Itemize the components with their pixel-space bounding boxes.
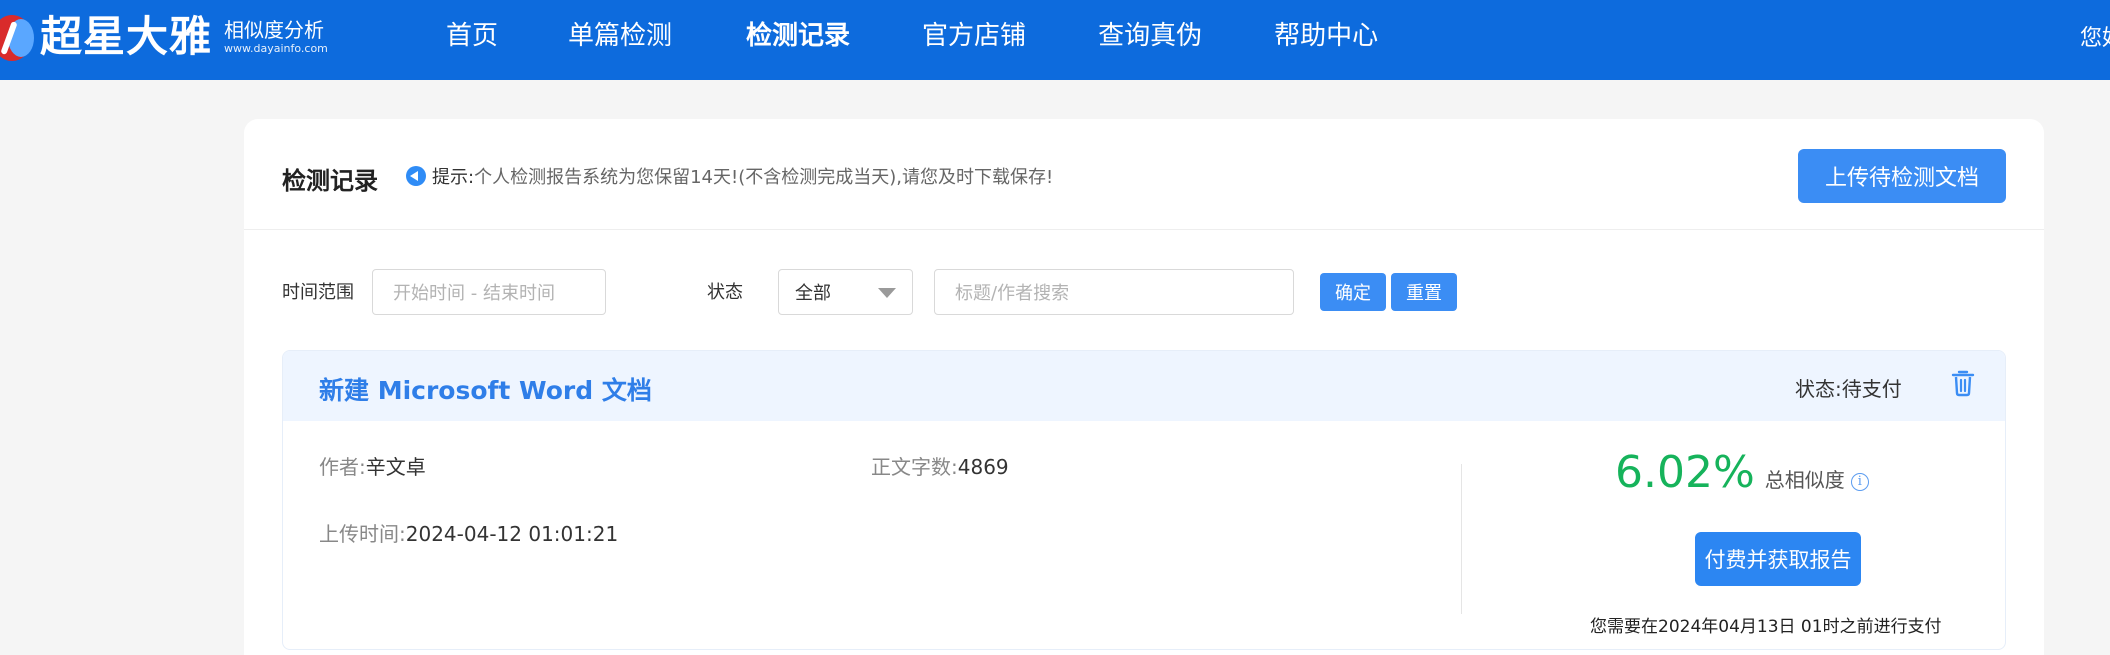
- title-author-search-input[interactable]: 标题/作者搜索: [934, 269, 1294, 315]
- nav-single-check[interactable]: 单篇检测: [568, 15, 672, 52]
- user-greeting[interactable]: 您好: [2080, 20, 2110, 52]
- info-icon[interactable]: i: [1850, 473, 1869, 491]
- author-label: 作者:: [319, 455, 366, 479]
- tip-icon: [406, 166, 426, 186]
- nav-check-records[interactable]: 检测记录: [746, 15, 850, 52]
- time-range-input[interactable]: 开始时间 - 结束时间: [372, 269, 606, 315]
- wordcount-value: 4869: [957, 455, 1009, 479]
- brand-url: www.dayainfo.com: [224, 42, 328, 55]
- nav-official-store[interactable]: 官方店铺: [922, 15, 1026, 52]
- reset-button[interactable]: 重置: [1391, 273, 1457, 311]
- upload-time-value: 2024-04-12 01:01:21: [405, 522, 619, 546]
- brand-name: 超星大雅: [40, 12, 213, 61]
- brand-subtitle: 相似度分析: [224, 18, 325, 42]
- tip-text: 个人检测报告系统为您保留14天!(不含检测完成当天),请您及时下载保存!: [474, 167, 1054, 188]
- record-upload-time: 上传时间:2024-04-12 01:01:21: [319, 518, 618, 547]
- author-value: 辛文卓: [365, 455, 426, 479]
- payment-deadline-note: 您需要在2024年04月13日 01时之前进行支付: [1590, 617, 1942, 637]
- record-divider: [1461, 464, 1462, 614]
- tip-label: 提示:: [432, 167, 475, 188]
- record-header: 新建 Microsoft Word 文档 状态:待支付: [283, 351, 2005, 421]
- wordcount-label: 正文字数:: [871, 455, 958, 479]
- retention-tip: 提示: 个人检测报告系统为您保留14天!(不含检测完成当天),请您及时下载保存!: [406, 163, 1053, 189]
- similarity-block: 6.02% 总相似度 i: [1615, 447, 1869, 498]
- brand-logo[interactable]: 超星大雅 相似度分析 www.dayainfo.com: [0, 6, 328, 68]
- nav-help-center[interactable]: 帮助中心: [1274, 15, 1378, 52]
- similarity-label: 总相似度: [1764, 468, 1845, 492]
- similarity-value: 6.02%: [1615, 447, 1755, 498]
- nav-verify[interactable]: 查询真伪: [1098, 15, 1202, 52]
- time-range-label: 时间范围: [282, 282, 354, 303]
- card-header: 检测记录 提示: 个人检测报告系统为您保留14天!(不含检测完成当天),请您及时…: [244, 119, 2044, 230]
- record-title[interactable]: 新建 Microsoft Word 文档: [319, 371, 652, 407]
- page-title: 检测记录: [282, 167, 378, 195]
- records-card: 检测记录 提示: 个人检测报告系统为您保留14天!(不含检测完成当天),请您及时…: [244, 119, 2044, 655]
- logo-mark-icon: [0, 9, 36, 65]
- confirm-button[interactable]: 确定: [1320, 273, 1386, 311]
- top-navbar: 超星大雅 相似度分析 www.dayainfo.com 首页 单篇检测 检测记录…: [0, 0, 2110, 80]
- record-wordcount: 正文字数:4869: [871, 451, 1009, 480]
- status-select[interactable]: 全部: [778, 269, 913, 315]
- trash-icon[interactable]: [1951, 369, 1975, 397]
- chevron-down-icon: [878, 288, 896, 298]
- record-status: 状态:待支付: [1795, 377, 1902, 401]
- main-nav: 首页 单篇检测 检测记录 官方店铺 查询真伪 帮助中心: [446, 0, 1450, 66]
- upload-time-label: 上传时间:: [319, 522, 406, 546]
- upload-document-button[interactable]: 上传待检测文档: [1798, 149, 2006, 203]
- status-select-value: 全部: [795, 283, 831, 304]
- nav-home[interactable]: 首页: [446, 15, 498, 52]
- record-author: 作者:辛文卓: [319, 451, 426, 480]
- status-label: 状态: [707, 282, 743, 303]
- pay-and-get-report-button[interactable]: 付费并获取报告: [1695, 532, 1861, 586]
- brand-subtitle-block: 相似度分析 www.dayainfo.com: [224, 18, 328, 56]
- record-item: 新建 Microsoft Word 文档 状态:待支付 作者:辛文卓 正文字数:…: [282, 350, 2006, 650]
